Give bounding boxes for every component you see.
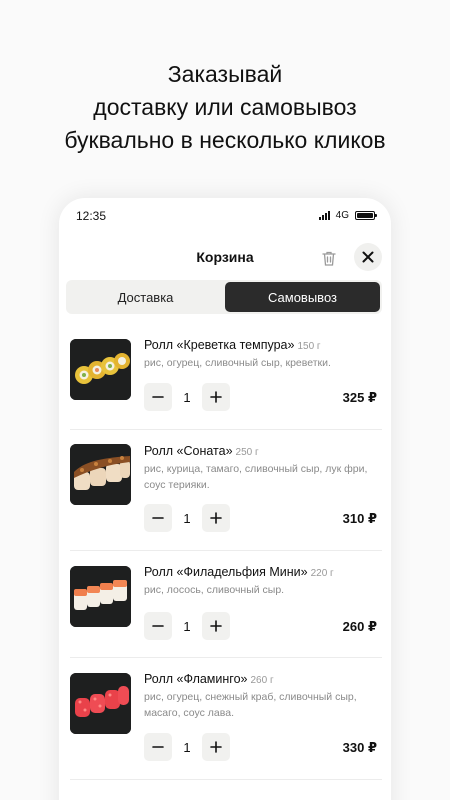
quantity-stepper: 1 <box>144 383 230 411</box>
quantity-stepper: 1 <box>144 504 230 532</box>
battery-icon <box>355 211 377 220</box>
item-description: рис, курица, тамаго, сливочный сыр, лук … <box>144 463 368 491</box>
minus-icon <box>152 746 164 748</box>
decrease-button[interactable] <box>144 383 172 411</box>
status-icons: 4G <box>318 210 377 221</box>
item-quantity: 1 <box>183 389 191 405</box>
minus-icon <box>152 625 164 627</box>
item-description: рис, лосось, сливочный сыр. <box>144 584 285 596</box>
increase-button[interactable] <box>202 612 230 640</box>
item-weight: 260 г <box>250 675 274 686</box>
item-name: Ролл «Соната» <box>144 444 233 458</box>
item-weight: 220 г <box>310 568 334 579</box>
quantity-stepper: 1 <box>144 733 230 761</box>
phone-screen: 12:35 4G Корзина Доставка Самовывоз Ролл… <box>59 198 391 800</box>
tab-delivery[interactable]: Доставка <box>68 282 223 312</box>
promo-line-3: буквально в несколько кликов <box>64 127 386 153</box>
minus-icon <box>152 396 164 398</box>
page-title: Корзина <box>196 249 254 265</box>
decrease-button[interactable] <box>144 612 172 640</box>
increase-button[interactable] <box>202 504 230 532</box>
item-name: Ролл «Филадельфия Мини» <box>144 565 308 579</box>
plus-icon <box>210 620 222 632</box>
divider <box>70 657 382 658</box>
trash-icon[interactable] <box>317 246 341 270</box>
item-quantity: 1 <box>183 618 191 634</box>
item-image <box>70 339 131 400</box>
network-label: 4G <box>335 210 349 221</box>
decrease-button[interactable] <box>144 504 172 532</box>
item-name: Ролл «Фламинго» <box>144 672 248 686</box>
minus-icon <box>152 517 164 519</box>
status-time: 12:35 <box>76 209 107 223</box>
quantity-stepper: 1 <box>144 612 230 640</box>
item-price: 325 ₽ <box>342 390 377 405</box>
delivery-mode-tabs: Доставка Самовывоз <box>66 280 382 314</box>
item-price: 310 ₽ <box>342 511 377 526</box>
close-button[interactable] <box>354 243 382 271</box>
item-image <box>70 444 131 505</box>
item-name-line: Ролл «Соната» 250 г <box>144 444 259 458</box>
item-name: Ролл «Креветка темпура» <box>144 338 295 352</box>
item-price: 330 ₽ <box>342 740 377 755</box>
item-price: 260 ₽ <box>342 619 377 634</box>
item-weight: 250 г <box>235 447 259 458</box>
item-name-line: Ролл «Филадельфия Мини» 220 г <box>144 565 334 579</box>
increase-button[interactable] <box>202 383 230 411</box>
plus-icon <box>210 741 222 753</box>
tab-pickup[interactable]: Самовывоз <box>225 282 380 312</box>
plus-icon <box>210 512 222 524</box>
status-bar: 12:35 4G <box>59 198 391 234</box>
divider <box>70 550 382 551</box>
promo-line-2: доставку или самовывоз <box>93 94 357 120</box>
divider <box>70 779 382 780</box>
item-quantity: 1 <box>183 739 191 755</box>
plus-icon <box>210 391 222 403</box>
item-image <box>70 673 131 734</box>
item-description: рис, огурец, снежный краб, сливочный сыр… <box>144 691 357 719</box>
item-weight: 150 г <box>297 341 321 352</box>
item-description: рис, огурец, сливочный сыр, креветки. <box>144 357 331 369</box>
promo-headline: Заказывай доставку или самовывоз букваль… <box>0 58 450 157</box>
signal-icon <box>318 211 330 220</box>
item-name-line: Ролл «Фламинго» 260 г <box>144 672 274 686</box>
item-image <box>70 566 131 627</box>
divider <box>70 429 382 430</box>
decrease-button[interactable] <box>144 733 172 761</box>
increase-button[interactable] <box>202 733 230 761</box>
item-quantity: 1 <box>183 510 191 526</box>
item-name-line: Ролл «Креветка темпура» 150 г <box>144 338 321 352</box>
close-icon <box>362 251 374 263</box>
cart-header: Корзина <box>59 238 391 276</box>
promo-line-1: Заказывай <box>167 61 283 87</box>
